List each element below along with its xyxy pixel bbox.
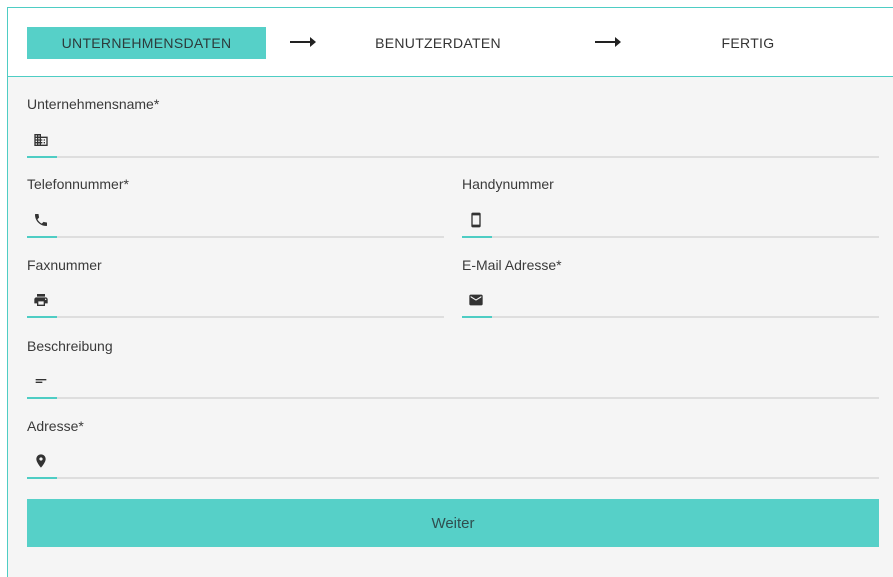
email-input[interactable] xyxy=(496,288,879,312)
smartphone-icon xyxy=(471,212,481,228)
address-input[interactable] xyxy=(61,449,879,473)
arrow-right-icon xyxy=(595,37,621,47)
underline xyxy=(27,316,444,318)
underline-accent xyxy=(462,236,492,238)
fax-field[interactable] xyxy=(27,282,444,318)
fax-label: Faxnummer xyxy=(27,257,102,273)
underline-accent xyxy=(462,316,492,318)
underline xyxy=(27,477,879,479)
phone-field[interactable] xyxy=(27,202,444,238)
company-name-field[interactable] xyxy=(27,122,879,158)
underline xyxy=(27,397,879,399)
step-finished[interactable]: FERTIG xyxy=(698,27,798,59)
company-name-input[interactable] xyxy=(61,128,879,152)
mobile-field[interactable] xyxy=(462,202,879,238)
location-pin-icon xyxy=(36,454,46,468)
mobile-input[interactable] xyxy=(496,208,879,232)
description-input[interactable] xyxy=(61,369,879,393)
underline xyxy=(462,236,879,238)
phone-icon xyxy=(35,214,47,226)
underline-accent xyxy=(27,316,57,318)
underline xyxy=(462,316,879,318)
company-name-label: Unternehmensname* xyxy=(27,96,160,112)
description-label: Beschreibung xyxy=(27,338,113,354)
underline xyxy=(27,236,444,238)
step-user-data[interactable]: BENUTZERDATEN xyxy=(348,27,528,59)
email-field[interactable] xyxy=(462,282,879,318)
next-button[interactable]: Weiter xyxy=(27,499,879,547)
step-company-data[interactable]: UNTERNEHMENSDATEN xyxy=(27,27,266,59)
underline-accent xyxy=(27,236,57,238)
underline xyxy=(27,156,879,158)
underline-accent xyxy=(27,477,57,479)
arrow-right-icon xyxy=(290,37,316,47)
phone-input[interactable] xyxy=(61,208,444,232)
underline-accent xyxy=(27,397,57,399)
short-text-icon xyxy=(35,379,47,383)
mobile-label: Handynummer xyxy=(462,176,554,192)
printer-icon xyxy=(34,294,48,306)
fax-input[interactable] xyxy=(61,288,444,312)
stepper: UNTERNEHMENSDATEN BENUTZERDATEN FERTIG xyxy=(8,8,893,77)
mail-icon xyxy=(469,294,483,306)
registration-form-container: UNTERNEHMENSDATEN BENUTZERDATEN FERTIG U… xyxy=(7,7,893,577)
email-label: E-Mail Adresse* xyxy=(462,257,562,273)
address-label: Adresse* xyxy=(27,418,84,434)
building-icon xyxy=(34,134,48,146)
description-field[interactable] xyxy=(27,363,879,399)
phone-label: Telefonnummer* xyxy=(27,176,129,192)
underline-accent xyxy=(27,156,57,158)
address-field[interactable] xyxy=(27,443,879,479)
